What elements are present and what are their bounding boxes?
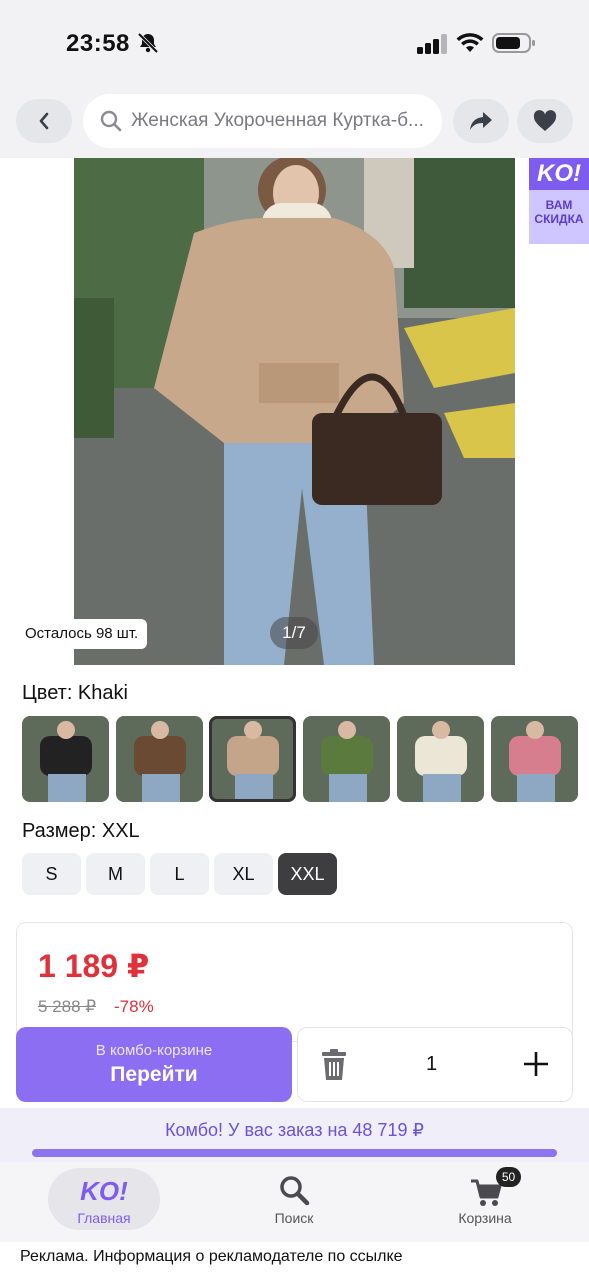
search-input[interactable]: Женская Укороченная Куртка-б...	[83, 94, 442, 148]
stock-badge: Осталось 98 шт.	[16, 619, 148, 649]
product-gallery[interactable]: KO! ВАМ СКИДКА Осталось 98 шт. 1/7	[0, 158, 589, 665]
trash-icon[interactable]	[318, 1048, 350, 1082]
tab-cart[interactable]: Корзина	[429, 1168, 541, 1230]
swatch-cream[interactable]	[397, 716, 484, 802]
ko-logo: KO!	[529, 158, 589, 190]
combo-order-total: Комбо! У вас заказ на 48 719 ₽	[165, 1120, 424, 1140]
wifi-icon	[456, 33, 484, 52]
search-query: Женская Укороченная Куртка-б...	[131, 110, 424, 131]
share-button[interactable]	[453, 99, 509, 143]
promo-discount-banner[interactable]: KO! ВАМ СКИДКА	[529, 158, 589, 244]
combo-subtitle: В комбо-корзине	[95, 1042, 213, 1059]
search-icon	[100, 110, 122, 132]
old-price: 5 288 ₽	[38, 997, 97, 1016]
tab-search-label: Поиск	[274, 1210, 314, 1226]
status-bar: 23:58	[0, 0, 589, 88]
swatch-pink[interactable]	[491, 716, 578, 802]
color-label: Цвет: Khaki	[22, 682, 128, 704]
size-option-m[interactable]: M	[86, 853, 145, 895]
price-card: 1 189 ₽ 5 288 ₽ -78%	[16, 922, 573, 1042]
tab-home-label: Главная	[77, 1210, 131, 1226]
chevron-left-icon	[39, 112, 49, 130]
back-button[interactable]	[16, 99, 72, 143]
go-to-combo-cart-button[interactable]: В комбо-корзине Перейти	[16, 1027, 292, 1102]
search-icon	[280, 1176, 310, 1206]
product-photo[interactable]	[74, 158, 515, 665]
battery-icon	[492, 33, 535, 53]
tab-search[interactable]: Поиск	[238, 1168, 350, 1230]
swatch-khaki[interactable]	[209, 716, 296, 802]
top-nav: Женская Укороченная Куртка-б...	[0, 88, 589, 158]
size-label: Размер: XXL	[22, 820, 140, 842]
discount-percent: -78%	[114, 997, 154, 1016]
size-option-s[interactable]: S	[22, 853, 81, 895]
bell-muted-icon	[137, 32, 159, 54]
quantity-stepper: 1	[297, 1027, 573, 1102]
quantity-value: 1	[426, 1053, 438, 1075]
size-option-xxl[interactable]: XXL	[278, 853, 337, 895]
image-counter: 1/7	[270, 617, 318, 649]
size-option-xl[interactable]: XL	[214, 853, 273, 895]
share-arrow-icon	[470, 112, 492, 130]
ad-disclaimer-link[interactable]: Реклама. Информация о рекламодателе по с…	[20, 1248, 403, 1266]
color-swatches	[22, 716, 589, 802]
favorite-button[interactable]	[517, 99, 573, 143]
swatch-black[interactable]	[22, 716, 109, 802]
promo-text: ВАМ СКИДКА	[534, 198, 584, 226]
tab-cart-label: Корзина	[458, 1210, 512, 1226]
heart-icon	[533, 110, 557, 131]
swatch-brown[interactable]	[116, 716, 203, 802]
tab-home[interactable]: KO! Главная	[48, 1168, 160, 1230]
combo-action: Перейти	[110, 1063, 198, 1086]
combo-progress-bar	[32, 1149, 557, 1157]
status-time: 23:58	[66, 30, 130, 57]
combo-progress-fill	[32, 1149, 557, 1157]
cellular-signal-icon	[417, 34, 447, 54]
cart-count-badge: 50	[496, 1167, 521, 1187]
current-price: 1 189 ₽	[38, 948, 150, 984]
ko-home-logo: KO!	[80, 1176, 128, 1206]
swatch-green[interactable]	[303, 716, 390, 802]
plus-icon[interactable]	[522, 1050, 550, 1078]
size-option-l[interactable]: L	[150, 853, 209, 895]
